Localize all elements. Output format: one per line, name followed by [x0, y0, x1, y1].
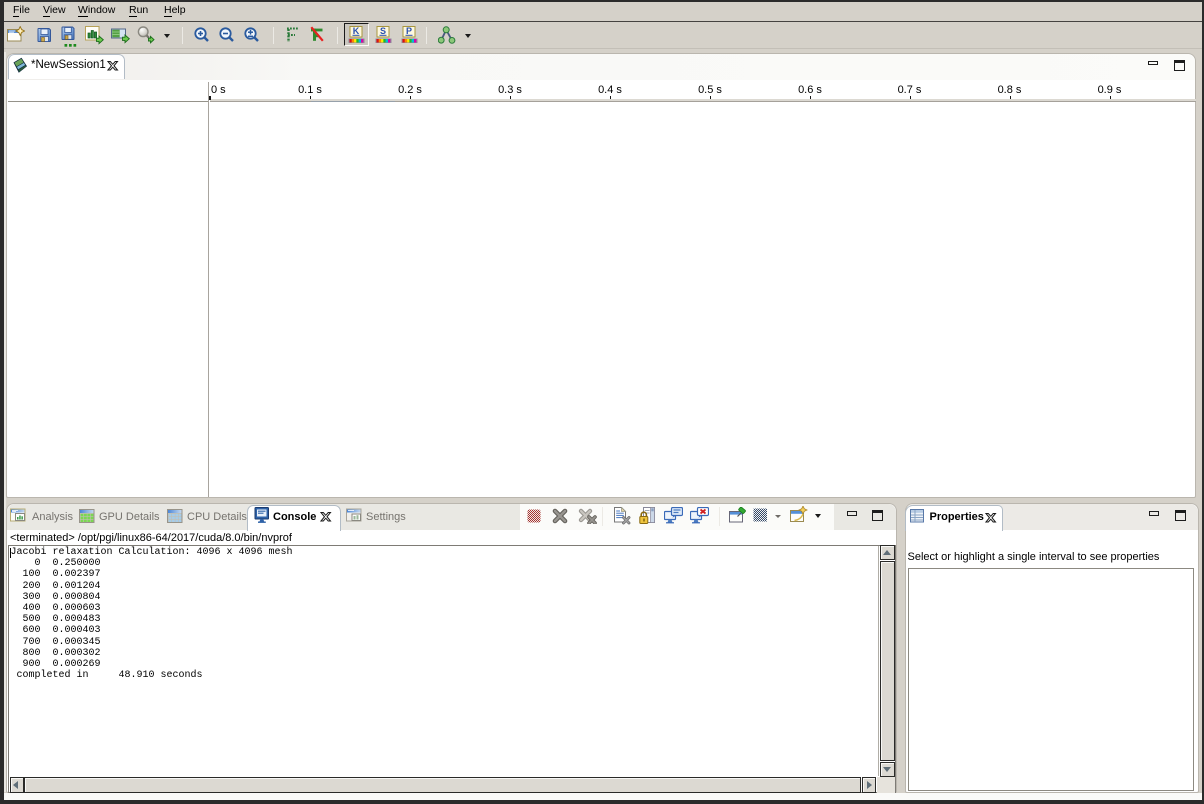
svg-text:P: P: [405, 26, 411, 36]
svg-text:S: S: [379, 26, 385, 36]
svg-text:K: K: [353, 26, 360, 36]
